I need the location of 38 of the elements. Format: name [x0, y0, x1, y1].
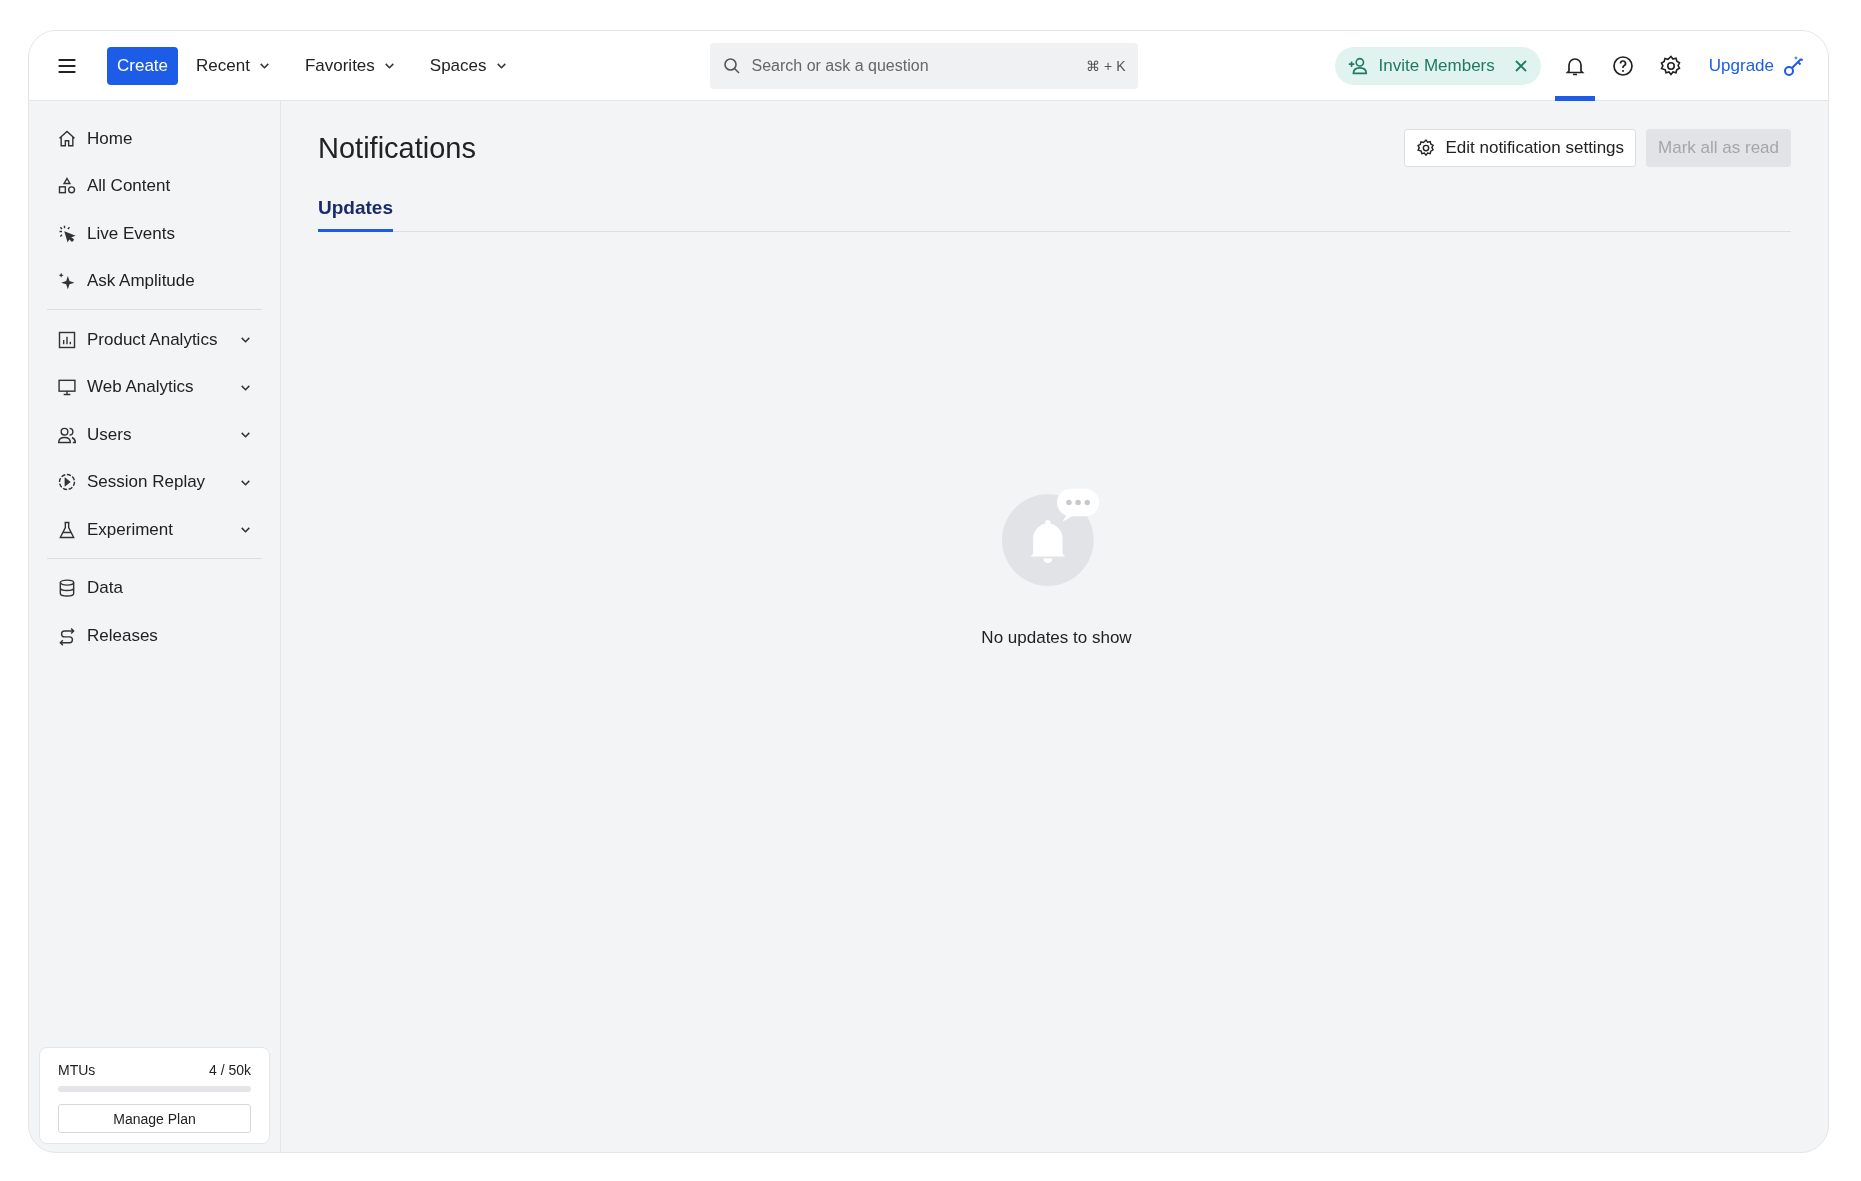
sidebar-item[interactable]: Experiment — [47, 506, 262, 554]
page-title: Notifications — [318, 131, 476, 165]
sidebar-item[interactable]: Data — [47, 564, 262, 612]
flask-icon — [57, 519, 77, 540]
nav-menu[interactable]: Recent — [196, 55, 271, 76]
database-icon — [57, 578, 77, 599]
sidebar-item[interactable]: Web Analytics — [47, 363, 262, 411]
create-button[interactable]: Create — [107, 46, 179, 85]
help-icon — [1610, 53, 1635, 78]
manage-plan-button[interactable]: Manage Plan — [58, 1104, 251, 1133]
sidebar-item[interactable]: Product Analytics — [47, 316, 262, 364]
invite-members-button[interactable]: Invite Members — [1334, 46, 1541, 85]
shortcut-hint: ⌘ + K — [1086, 57, 1126, 74]
close-icon[interactable] — [1512, 57, 1529, 74]
usage-reading: 4 / 50k — [208, 1062, 251, 1078]
arrows-icon — [57, 625, 77, 646]
plan-label: MTUs — [58, 1062, 96, 1078]
upgrade-link[interactable]: Upgrade — [1708, 53, 1806, 78]
nav-menu[interactable]: Favorites — [304, 55, 396, 76]
monitor-icon — [57, 377, 77, 398]
settings-icon — [1658, 53, 1683, 78]
action-button[interactable]: Edit notification settings — [1404, 129, 1637, 167]
sidebar-item[interactable]: Releases — [47, 612, 262, 660]
cursor-icon — [57, 223, 77, 244]
tab[interactable]: Updates — [318, 189, 393, 232]
sidebar-item[interactable]: Live Events — [47, 210, 262, 258]
settings-icon — [1416, 138, 1437, 158]
home-icon — [57, 128, 77, 149]
sidebar-item[interactable]: Users — [47, 411, 262, 459]
sidebar-item[interactable]: All Content — [47, 162, 262, 210]
sidebar-item[interactable]: Session Replay — [47, 458, 262, 506]
empty-message: No updates to show — [981, 628, 1132, 648]
sidebar-item[interactable]: Ask Amplitude — [47, 257, 262, 305]
play-circle-icon — [57, 472, 77, 493]
search-icon — [721, 55, 742, 76]
nav-menu[interactable]: Spaces — [429, 55, 508, 76]
bar-chart-icon — [57, 329, 77, 350]
sidebar-item[interactable]: Home — [47, 115, 262, 163]
